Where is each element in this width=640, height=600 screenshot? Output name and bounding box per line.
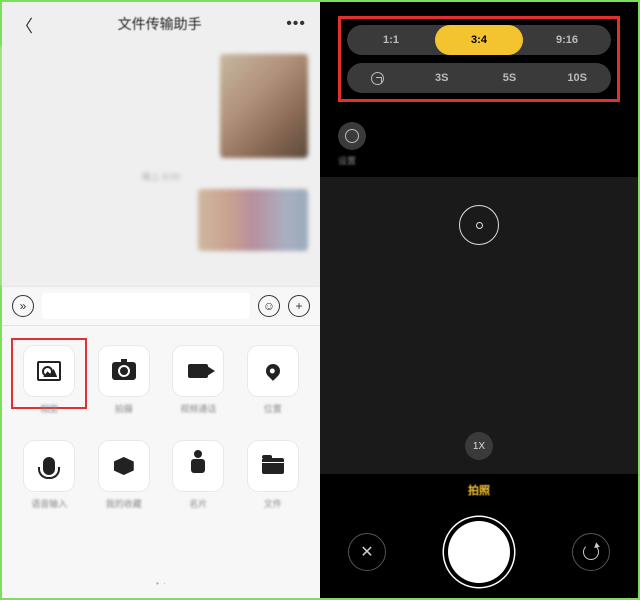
chat-input-bar: » ☺ +	[2, 286, 320, 326]
message-input[interactable]	[42, 293, 250, 319]
person-icon	[191, 459, 205, 473]
clock-icon	[371, 72, 384, 85]
message-image[interactable]	[198, 189, 308, 251]
folder-icon	[262, 458, 284, 474]
attachment-label: 相册	[40, 402, 58, 415]
attachment-label: 语音输入	[31, 497, 67, 510]
close-button[interactable]: ✕	[348, 533, 386, 571]
chat-screen: 〈 文件传输助手 ••• 晚上 8:00 » ☺ + 相册 拍摄	[2, 2, 320, 598]
attachment-label: 文件	[264, 497, 282, 510]
mic-icon	[43, 457, 55, 475]
focus-ring-icon	[459, 205, 499, 245]
camera-mode-row: 拍照	[320, 474, 638, 506]
camera-icon	[112, 362, 136, 380]
attachment-label: 拍摄	[115, 402, 133, 415]
location-icon	[263, 361, 283, 381]
camera-mode-label[interactable]: 拍照	[468, 482, 490, 498]
timer-selector: 3S 5S 10S	[347, 63, 611, 93]
timer-icon-cell[interactable]	[347, 63, 408, 93]
attachment-item-file[interactable]: 文件	[241, 441, 305, 510]
attachment-item-contact[interactable]: 名片	[166, 441, 230, 510]
highlight-box: 1:1 3:4 9:16 3S 5S 10S	[338, 16, 620, 102]
settings-row: 设置	[320, 112, 638, 177]
settings-label: 设置	[338, 154, 356, 167]
attachment-label: 视频通话	[180, 402, 216, 415]
aspect-ratio-selector: 1:1 3:4 9:16	[347, 25, 611, 55]
shutter-row: ✕	[320, 506, 638, 598]
attachment-panel: 相册 拍摄 视频通话 位置 语音输入 我的收藏	[2, 326, 320, 598]
photo-icon	[37, 361, 61, 381]
voice-toggle-icon[interactable]: »	[12, 295, 34, 317]
more-icon[interactable]: •••	[286, 15, 306, 33]
zoom-level[interactable]: 1X	[465, 432, 493, 460]
emoji-icon[interactable]: ☺	[258, 295, 280, 317]
settings-button[interactable]	[338, 122, 366, 150]
video-icon	[188, 364, 208, 378]
aspect-1-1[interactable]: 1:1	[347, 25, 435, 55]
camera-top-controls: 1:1 3:4 9:16 3S 5S 10S	[320, 2, 638, 112]
attachment-label: 名片	[189, 497, 207, 510]
camera-viewfinder[interactable]: 1X	[320, 177, 638, 474]
attachment-item-camera[interactable]: 拍摄	[92, 346, 156, 415]
page-indicator: • ·	[2, 579, 320, 588]
chat-timestamp: 晚上 8:00	[142, 170, 180, 183]
aspect-3-4[interactable]: 3:4	[435, 25, 523, 55]
attachment-label: 我的收藏	[106, 497, 142, 510]
message-image[interactable]	[220, 54, 308, 158]
chat-body: 晚上 8:00	[2, 46, 320, 286]
chat-header: 〈 文件传输助手 •••	[2, 2, 320, 46]
timer-10s[interactable]: 10S	[543, 63, 611, 93]
attachment-item-location[interactable]: 位置	[241, 346, 305, 415]
attachment-item-fav[interactable]: 我的收藏	[92, 441, 156, 510]
shutter-button[interactable]	[448, 521, 510, 583]
flip-camera-icon	[583, 544, 599, 560]
flip-camera-button[interactable]	[572, 533, 610, 571]
attachment-item-photo[interactable]: 相册	[17, 346, 81, 415]
attachment-label: 位置	[264, 402, 282, 415]
camera-screen: 1:1 3:4 9:16 3S 5S 10S 设置 1X 拍照	[320, 2, 638, 598]
attachment-item-voice[interactable]: 语音输入	[17, 441, 81, 510]
timer-3s[interactable]: 3S	[408, 63, 476, 93]
plus-icon[interactable]: +	[288, 295, 310, 317]
attachment-item-video[interactable]: 视频通话	[166, 346, 230, 415]
timer-5s[interactable]: 5S	[476, 63, 544, 93]
box-icon	[114, 457, 134, 475]
chat-title: 文件传输助手	[118, 14, 202, 34]
aspect-9-16[interactable]: 9:16	[523, 25, 611, 55]
back-icon[interactable]: 〈	[16, 12, 33, 37]
close-icon: ✕	[360, 542, 373, 562]
gear-icon	[345, 129, 359, 143]
